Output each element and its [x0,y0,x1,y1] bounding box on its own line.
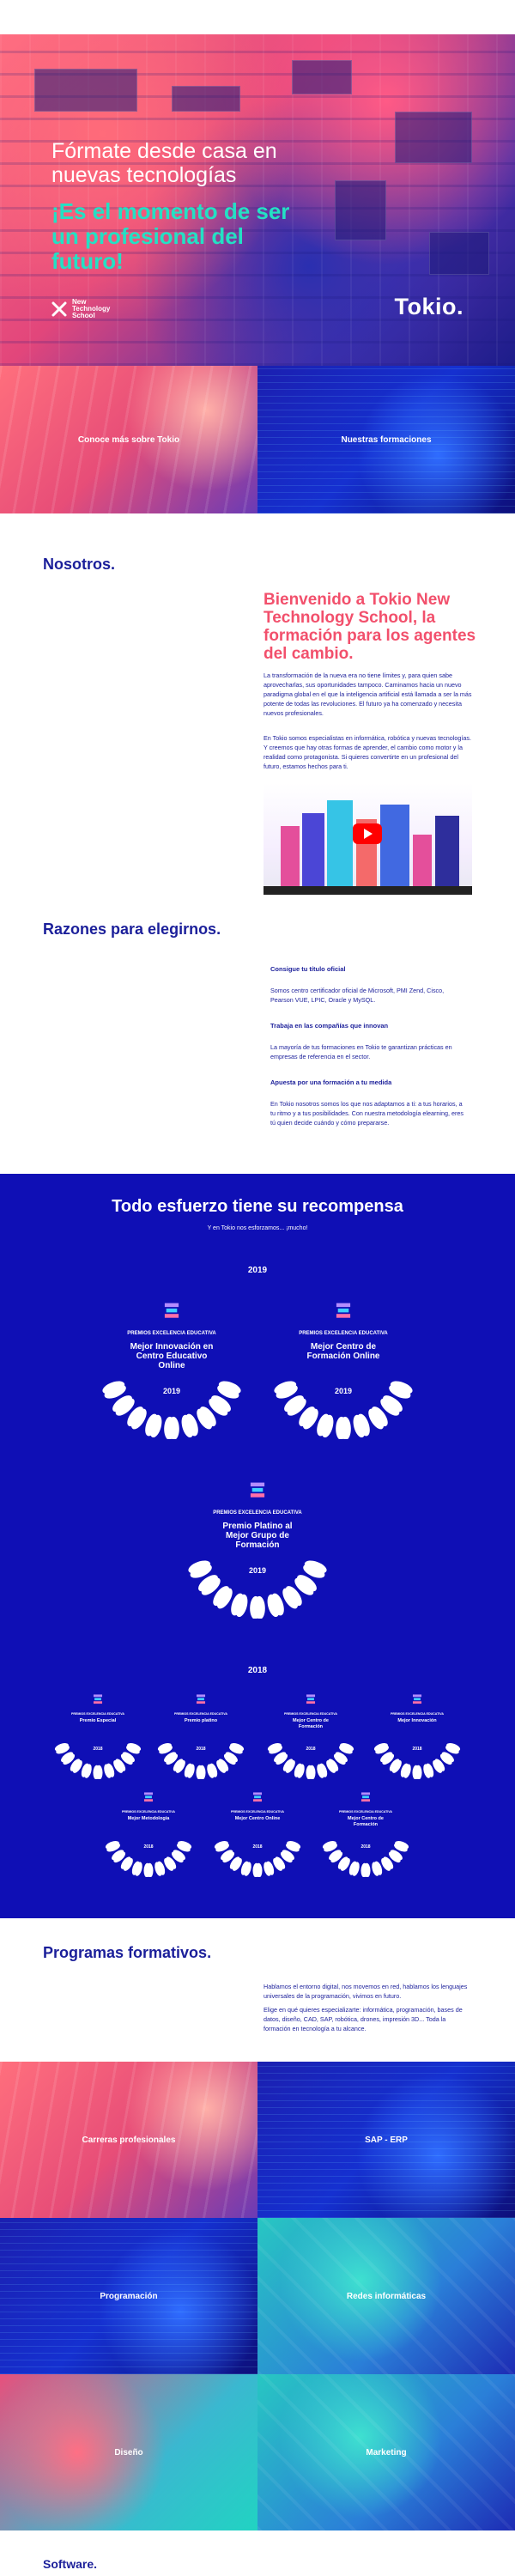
award-badge: PREMIOS EXCELENCIA EDUCATIVA Mejor Metodo… [100,1781,197,1877]
video-player[interactable] [264,783,472,895]
award-year: 2018 [412,1746,422,1752]
top-bar [0,0,515,34]
award-header: PREMIOS EXCELENCIA EDUCATIVA [283,1711,338,1716]
tile-programacion[interactable]: Programación [0,2218,258,2374]
award-badge: PREMIOS EXCELENCIA EDUCATIVA Mejor Innova… [94,1285,249,1439]
award-name: Premio Platino al Mejor Grupo de Formaci… [222,1521,293,1550]
award-header: PREMIOS EXCELENCIA EDUCATIVA [230,1809,285,1814]
award-header: PREMIOS EXCELENCIA EDUCATIVA [338,1809,393,1814]
section-title-programas: Programas formativos. [43,1944,212,1961]
reason-heading: Apuesta por una formación a tu medida [270,1078,392,1086]
circuit-chip [335,180,386,240]
award-year: 2019 [334,1386,353,1395]
circuit-chip [34,69,137,112]
tile-marketing[interactable]: Marketing [258,2374,515,2530]
building [413,835,432,886]
award-name: Mejor Centro de Formación [348,1816,384,1827]
award-badge: PREMIOS EXCELENCIA EDUCATIVA Premio Espec… [50,1683,146,1779]
award-year: 2018 [252,1844,263,1850]
programas-paragraph-2: Elige en qué quieres especializarte: inf… [264,2006,463,2032]
award-header: PREMIOS EXCELENCIA EDUCATIVA [127,1331,216,1336]
nts-logo[interactable]: New Technology School [52,299,124,319]
award-name: Mejor Centro Online [234,1816,281,1822]
reason-text: La mayoría de tus formaciones en Tokio t… [270,1043,452,1060]
building [281,826,300,886]
nts-logo-text: New Technology School [72,298,111,319]
hero-subtitle: ¡Es el momento de ser un profesional del… [52,198,290,274]
award-header: PREMIOS EXCELENCIA EDUCATIVA [213,1510,302,1516]
award-year: 2019 [162,1386,181,1395]
tile-conoce-mas[interactable]: Conoce más sobre Tokio [0,366,258,513]
award-year: 2018 [196,1746,206,1752]
nts-x-logo-icon [52,301,67,317]
tile-label: Marketing [366,2447,407,2458]
section-title-razones: Razones para elegirnos. [43,920,221,938]
year-label-2019: 2019 [247,1266,268,1275]
award-badge: PREMIOS EXCELENCIA EDUCATIVA Mejor Centro… [266,1285,421,1439]
award-header: PREMIOS EXCELENCIA EDUCATIVA [299,1331,388,1336]
year-label-2018: 2018 [247,1666,268,1675]
award-badge: PREMIOS EXCELENCIA EDUCATIVA Premio Plati… [180,1464,335,1619]
building [380,805,409,886]
building [327,800,353,886]
award-header: PREMIOS EXCELENCIA EDUCATIVA [70,1711,125,1716]
nosotros-paragraph-1: La transformación de la nueva era no tie… [264,671,472,717]
tile-label: Redes informáticas [346,2291,427,2301]
award-year: 2018 [306,1746,316,1752]
hero-title: Fórmate desde casa en nuevas tecnologías [52,139,277,187]
video-control-bar[interactable] [264,886,472,895]
award-badge: PREMIOS EXCELENCIA EDUCATIVA Mejor Innova… [369,1683,465,1779]
tokio-logo[interactable]: Tokio. [395,294,464,320]
award-name: Premio platino [184,1718,218,1724]
award-header: PREMIOS EXCELENCIA EDUCATIVA [121,1809,176,1814]
circuit-chip [292,60,352,94]
tile-label: Diseño [114,2447,143,2458]
section-title-nosotros: Nosotros. [43,556,116,573]
tile-label: Conoce más sobre Tokio [77,434,180,445]
award-year: 2018 [360,1844,371,1850]
award-year: 2018 [93,1746,103,1752]
award-name: Mejor Innovación [397,1718,437,1724]
reason-heading: Trabaja en las compañías que innovan [270,1022,389,1030]
building [302,813,324,886]
tile-nuestras-formaciones[interactable]: Nuestras formaciones [258,366,515,513]
tile-redes-informaticas[interactable]: Redes informáticas [258,2218,515,2374]
award-name: Mejor Centro de Formación Online [306,1341,380,1361]
circuit-chip [429,232,489,275]
circuit-chip [172,86,240,112]
reason-text: Somos centro certificador oficial de Mic… [270,987,445,1004]
award-name: Premio Especial [79,1718,117,1724]
tile-label: SAP - ERP [365,2135,408,2145]
tile-label: Nuestras formaciones [341,434,432,445]
award-name: Mejor Innovación en Centro Educativo Onl… [130,1341,214,1370]
reason-text: En Tokio nosotros somos los que nos adap… [270,1100,464,1127]
play-icon[interactable] [353,823,382,844]
building [435,816,459,886]
circuit-chip [395,112,472,163]
tile-diseno[interactable]: Diseño [0,2374,258,2530]
welcome-title: Bienvenido a Tokio New Technology School… [264,591,476,663]
awards-title: Todo esfuerzo tiene su recompensa [112,1197,403,1216]
reason-heading: Consigue tu título oficial [270,965,346,973]
award-name: Mejor Metodología [127,1816,170,1822]
nosotros-paragraph-2: En Tokio somos especialistas en informát… [264,734,471,770]
award-header: PREMIOS EXCELENCIA EDUCATIVA [173,1711,228,1716]
award-header: PREMIOS EXCELENCIA EDUCATIVA [390,1711,445,1716]
award-year: 2019 [248,1565,267,1575]
award-year: 2018 [143,1844,154,1850]
tokio-mini-logo-icon [44,23,54,33]
award-badge: PREMIOS EXCELENCIA EDUCATIVA Mejor Centro… [209,1781,306,1877]
award-name: Mejor Centro de Formación [293,1718,329,1729]
tile-carreras-profesionales[interactable]: Carreras profesionales [0,2062,258,2218]
award-badge: PREMIOS EXCELENCIA EDUCATIVA Mejor Centro… [263,1683,359,1779]
award-badge: PREMIOS EXCELENCIA EDUCATIVA Premio plati… [153,1683,249,1779]
tile-label: Programación [100,2291,158,2301]
programas-paragraph-1: Hablamos el entorno digital, nos movemos… [264,1983,468,2000]
awards-subtitle: Y en Tokio nos esforzamos... ¡mucho! [207,1225,308,1231]
tile-sap-erp[interactable]: SAP - ERP [258,2062,515,2218]
award-badge: PREMIOS EXCELENCIA EDUCATIVA Mejor Centro… [318,1781,414,1877]
section-title-software: Software. [43,2557,98,2571]
tile-label: Carreras profesionales [82,2135,176,2145]
